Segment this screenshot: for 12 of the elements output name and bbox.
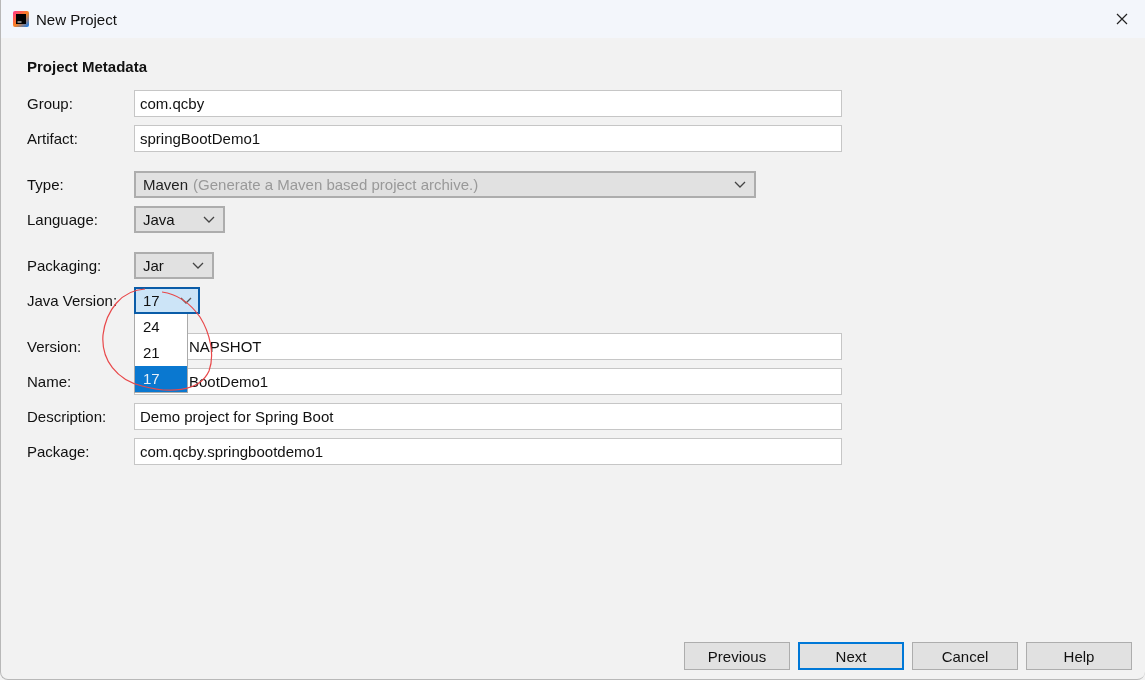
field-label: Packaging: [27,257,103,274]
field-label: Artifact: [27,130,79,147]
field-label: Version: [27,338,83,355]
field-label: Language: [27,211,99,228]
field-label: Name: [27,373,73,390]
section-heading: Project Metadata [27,58,149,75]
field-label: Type: [27,176,65,193]
field-label: Description: [27,408,108,425]
field-label: Package: [27,443,91,460]
window-title: New Project [36,10,117,28]
field-label: Java Version: [27,292,119,309]
field-label: Group: [27,95,74,112]
